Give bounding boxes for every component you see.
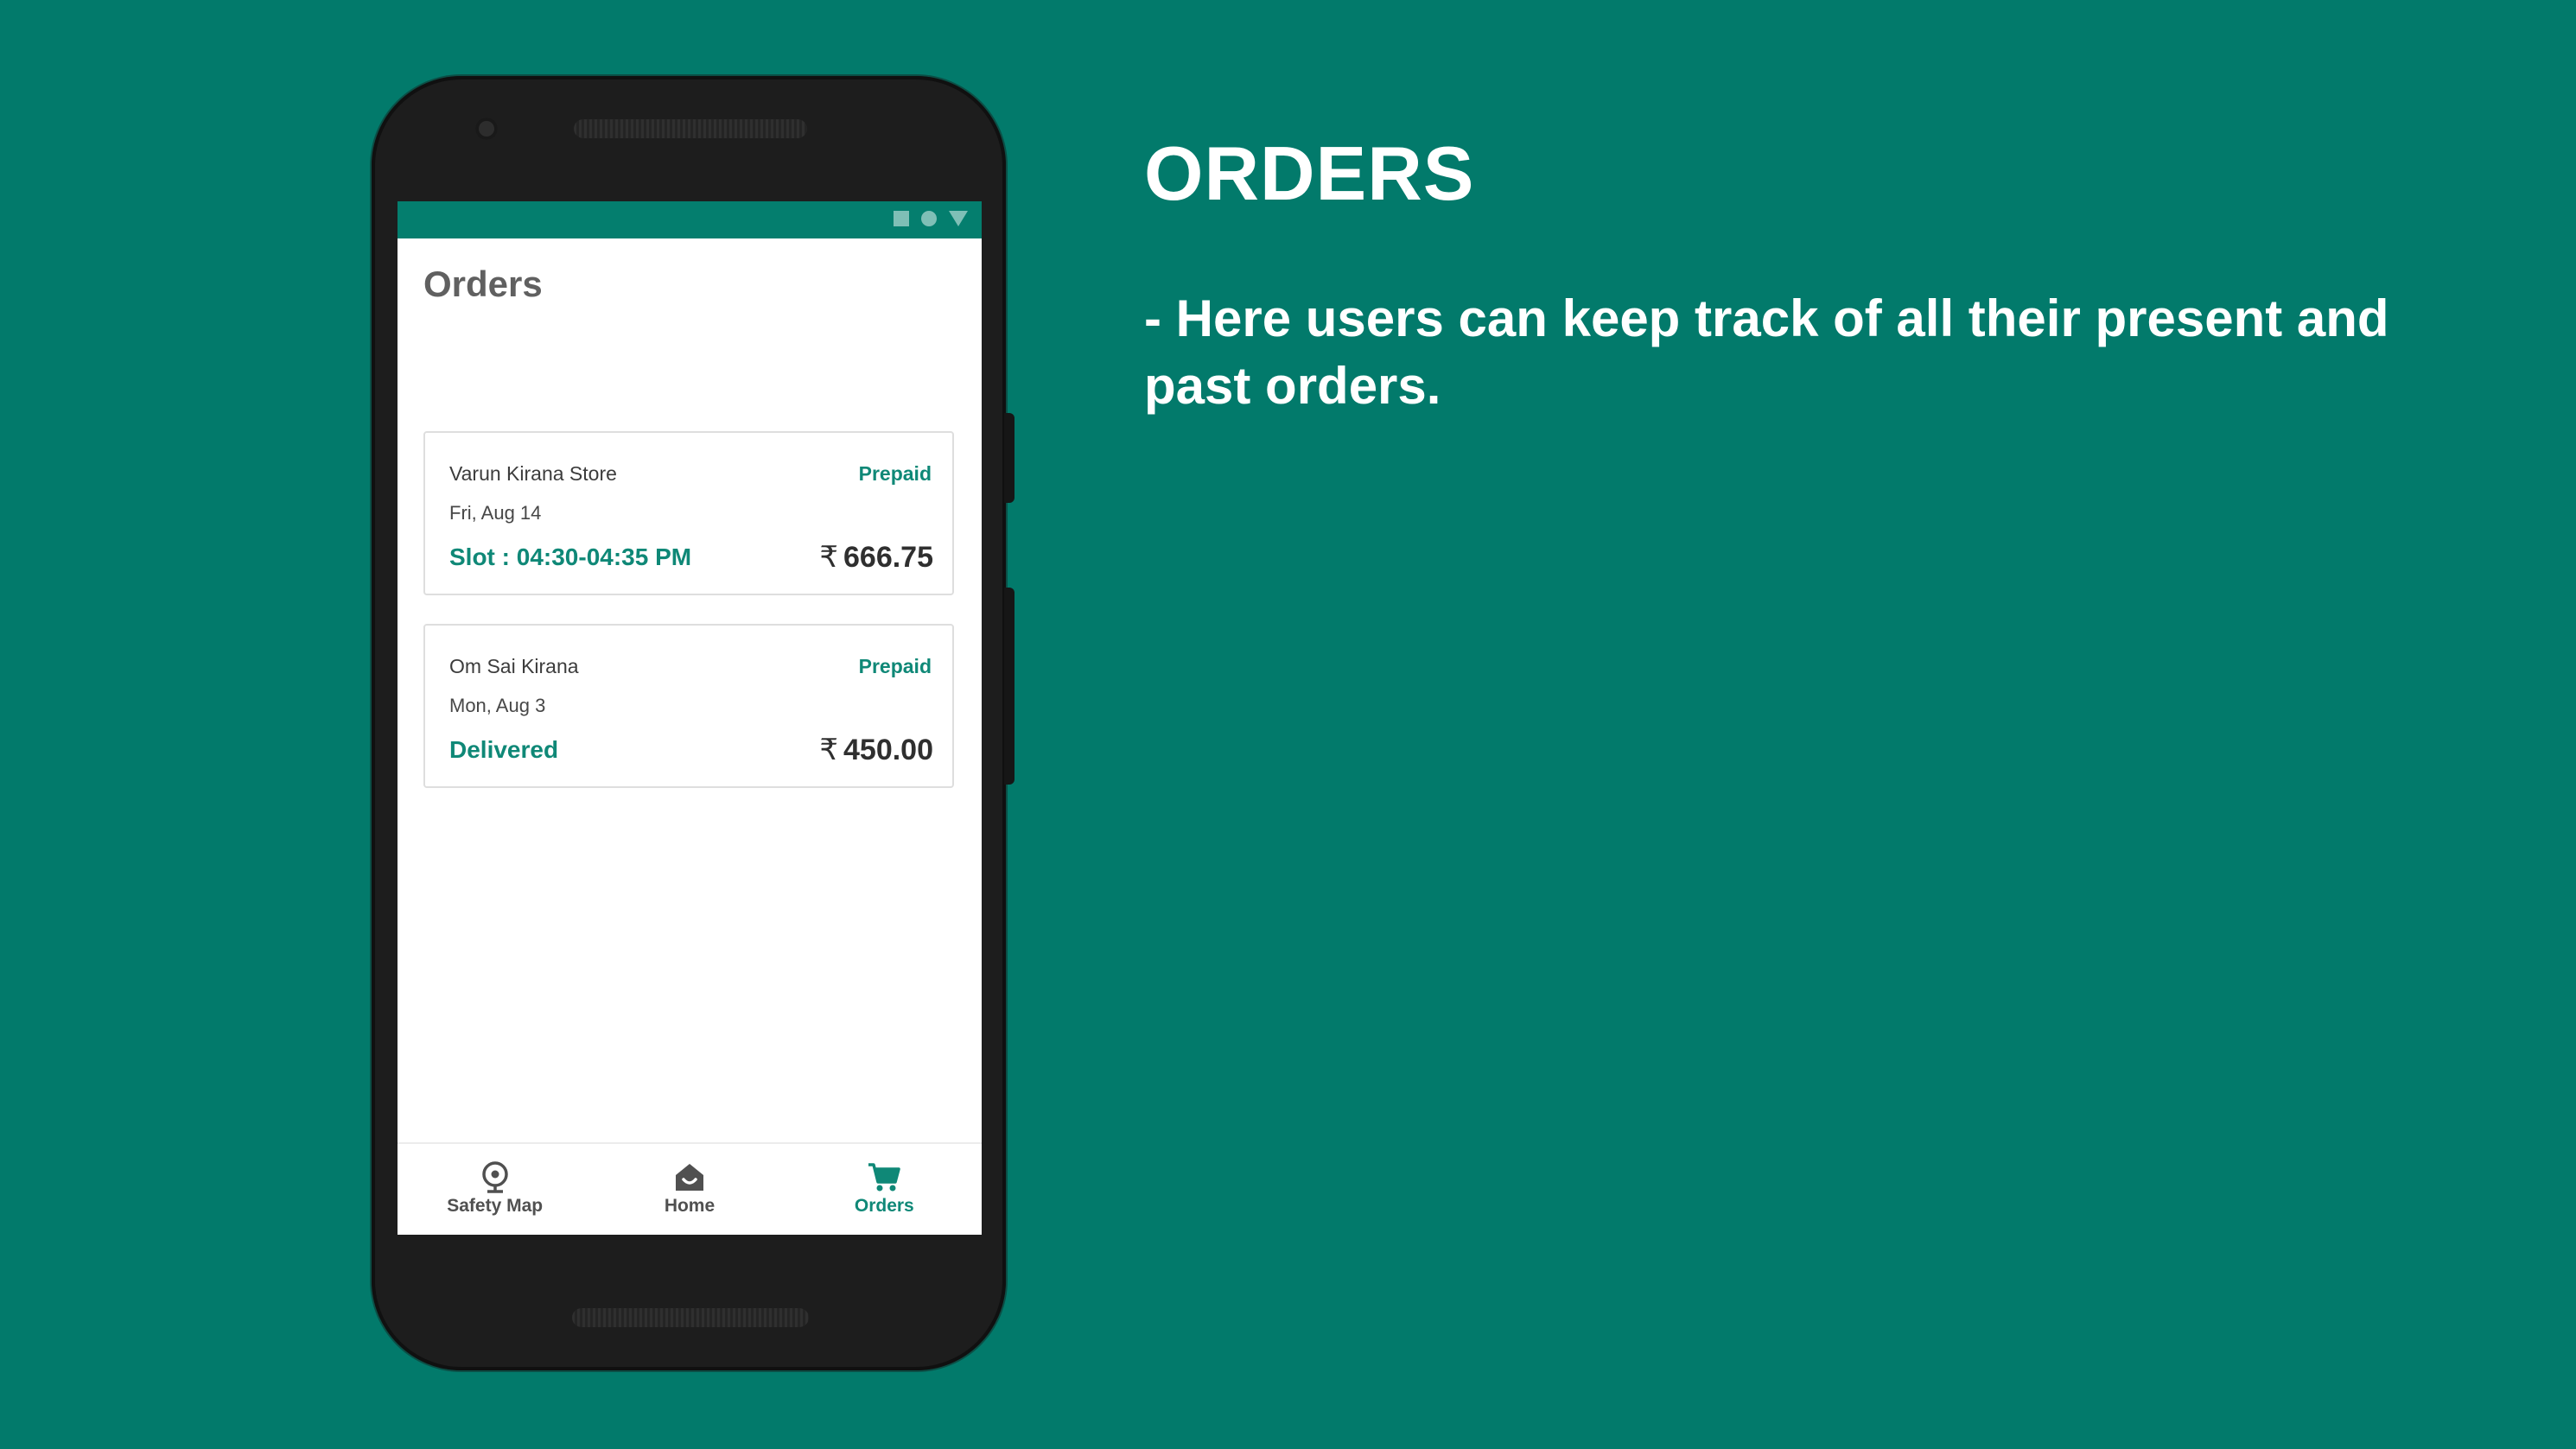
bottom-navigation: Safety Map Home Orders: [398, 1142, 982, 1235]
order-amount: ₹450.00: [819, 733, 933, 767]
amount-value: 666.75: [843, 541, 933, 574]
cart-icon: [868, 1163, 901, 1192]
rupee-symbol: ₹: [819, 541, 838, 574]
slide-description: - Here users can keep track of all their…: [1144, 289, 2389, 415]
order-card[interactable]: Varun Kirana Store Prepaid Fri, Aug 14 S…: [423, 431, 954, 595]
status-icons: [894, 211, 968, 226]
payment-status: Prepaid: [858, 462, 932, 485]
square-icon: [894, 211, 909, 226]
earpiece-speaker: [574, 119, 807, 138]
store-name: Varun Kirana Store: [449, 462, 617, 485]
nav-item-safety-map[interactable]: Safety Map: [398, 1144, 592, 1235]
home-icon: [675, 1164, 703, 1191]
circle-icon: [921, 211, 937, 226]
phone-frame: Orders Varun Kirana Store Prepaid Fri, A…: [372, 76, 1006, 1370]
slide-heading: ORDERS: [1144, 130, 1475, 216]
bottom-speaker: [572, 1308, 809, 1327]
rupee-symbol: ₹: [819, 734, 838, 766]
power-button: [1004, 413, 1014, 503]
payment-status: Prepaid: [858, 655, 932, 677]
page-title: Orders: [423, 264, 543, 304]
order-amount: ₹666.75: [819, 540, 933, 575]
map-pin-icon: [481, 1161, 508, 1193]
order-status: Delivered: [449, 736, 559, 763]
volume-button: [1004, 588, 1014, 785]
nav-item-orders[interactable]: Orders: [787, 1144, 982, 1235]
order-date: Fri, Aug 14: [449, 502, 542, 524]
phone-screen: Orders Varun Kirana Store Prepaid Fri, A…: [398, 201, 982, 1235]
front-camera: [475, 118, 498, 140]
nav-item-home[interactable]: Home: [592, 1144, 786, 1235]
nav-label: Home: [664, 1196, 716, 1216]
triangle-icon: [949, 211, 968, 226]
nav-label: Orders: [854, 1196, 914, 1216]
order-status: Slot : 04:30-04:35 PM: [449, 543, 692, 570]
status-bar: [398, 201, 982, 238]
store-name: Om Sai Kirana: [449, 655, 579, 677]
amount-value: 450.00: [843, 734, 933, 766]
order-date: Mon, Aug 3: [449, 695, 546, 716]
nav-label: Safety Map: [447, 1196, 544, 1216]
order-card[interactable]: Om Sai Kirana Prepaid Mon, Aug 3 Deliver…: [423, 624, 954, 788]
